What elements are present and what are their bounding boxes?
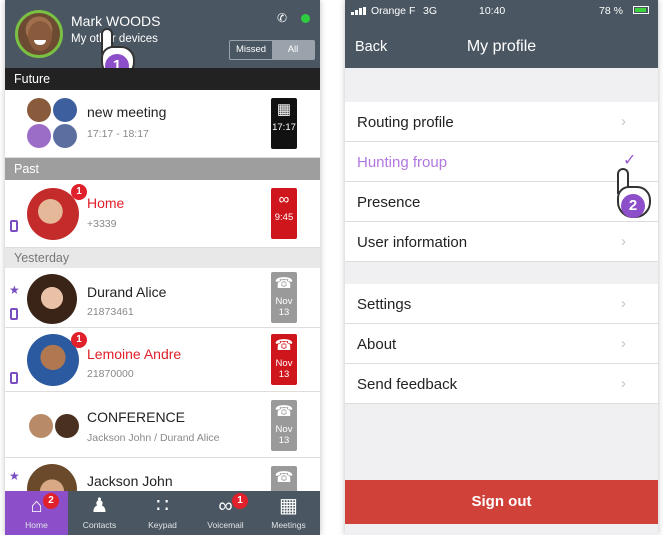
- chevron-right-icon: ›: [621, 113, 626, 130]
- notification-badge: 2: [43, 493, 59, 509]
- section-yesterday: Yesterday: [5, 248, 320, 268]
- checkmark-icon: ✓: [623, 152, 637, 169]
- missed-badge: 1: [71, 184, 87, 200]
- voicemail-icon: ∞: [218, 495, 233, 517]
- chevron-right-icon: ›: [621, 335, 626, 352]
- row-subtitle: +3339: [87, 218, 117, 230]
- row-title: Home: [87, 195, 125, 211]
- call-forward-icon[interactable]: ✆: [277, 12, 291, 24]
- notification-badge: 1: [232, 493, 248, 509]
- row-title: Jackson John: [87, 473, 173, 489]
- list-item-durand-alice[interactable]: ★ Durand Alice 21873461 ☎ Nov 13: [5, 268, 320, 328]
- tab-voicemail[interactable]: ∞ Voicemail 1: [194, 491, 257, 535]
- status-time: 10:40: [479, 5, 506, 17]
- calendar-icon: ▦: [276, 101, 292, 118]
- history-filter: Missed All: [229, 40, 315, 60]
- section-future: Future: [5, 68, 320, 90]
- phone-icon: ☎: [274, 337, 294, 354]
- navigation-bar: Orange F 3G 10:40 78 % Back My profile: [345, 0, 658, 68]
- menu-about[interactable]: About ›: [345, 324, 658, 364]
- person-icon: [53, 98, 77, 122]
- sign-out-button[interactable]: Sign out: [345, 480, 658, 524]
- menu-user-information[interactable]: User information ›: [345, 222, 658, 262]
- menu-routing-profile[interactable]: Routing profile ›: [345, 102, 658, 142]
- voicemail-tile[interactable]: ∞ 9:45: [271, 188, 297, 239]
- favorite-star-icon: ★: [9, 283, 20, 297]
- chevron-right-icon: ›: [621, 233, 626, 250]
- phone-icon: ☎: [274, 275, 294, 292]
- signal-icon: [351, 7, 369, 15]
- list-item-conference[interactable]: CONFERENCE Jackson John / Durand Alice ☎…: [5, 392, 320, 458]
- battery-icon: [633, 6, 649, 14]
- person-icon: [27, 124, 51, 148]
- screenshot-stage: Mark WOODS My other devices ✆ Missed All…: [0, 0, 663, 535]
- person-icon: [53, 124, 77, 148]
- row-subtitle: 21870000: [87, 368, 134, 380]
- menu-send-feedback[interactable]: Send feedback ›: [345, 364, 658, 404]
- keypad-icon: ∷: [156, 495, 169, 517]
- user-avatar[interactable]: [15, 10, 63, 58]
- calendar-icon: ▦: [279, 495, 298, 517]
- favorite-star-icon: ★: [9, 469, 20, 483]
- mobile-icon: [10, 372, 18, 384]
- right-phone-screen: Orange F 3G 10:40 78 % Back My profile R…: [345, 0, 658, 535]
- chevron-right-icon: ›: [621, 375, 626, 392]
- filter-all[interactable]: All: [272, 41, 314, 59]
- carrier-name: Orange F: [371, 5, 416, 17]
- chevron-right-icon: ›: [621, 295, 626, 312]
- row-subtitle: 17:17 - 18:17: [87, 128, 149, 140]
- phone-icon: ☎: [274, 403, 294, 420]
- tab-keypad[interactable]: ∷ Keypad: [131, 491, 194, 535]
- participant-avatar: [55, 414, 79, 438]
- missed-badge: 1: [71, 332, 87, 348]
- network-type: 3G: [423, 5, 438, 17]
- call-tile[interactable]: ☎ Nov 13: [271, 400, 297, 451]
- list-item-home[interactable]: 1 Home +3339 ∞ 9:45: [5, 180, 320, 248]
- header: Mark WOODS My other devices ✆ Missed All: [5, 0, 320, 68]
- contact-icon: ♟: [90, 495, 109, 517]
- home-icon: ⌂: [30, 495, 43, 517]
- row-subtitle: 21873461: [87, 306, 134, 318]
- phone-icon: ☎: [274, 469, 294, 486]
- step-number-badge: 2: [621, 194, 645, 218]
- presence-status-dot: [301, 14, 310, 23]
- call-tile[interactable]: ☎ Nov 13: [271, 272, 297, 323]
- participant-avatar: [29, 414, 53, 438]
- row-title: Lemoine Andre: [87, 346, 182, 362]
- voicemail-icon: ∞: [278, 191, 290, 208]
- participant-avatar: [27, 98, 51, 122]
- tab-bar: ⌂ Home 2 ♟ Contacts ∷ Keypad ∞ Voicemail…: [5, 491, 320, 535]
- tab-contacts[interactable]: ♟ Contacts: [68, 491, 131, 535]
- section-past: Past: [5, 158, 320, 180]
- list-item-meeting[interactable]: new meeting 17:17 - 18:17 ▦ 17:17: [5, 90, 320, 158]
- battery-percent: 78 %: [599, 5, 623, 17]
- tab-meetings[interactable]: ▦ Meetings: [257, 491, 320, 535]
- row-title: CONFERENCE: [87, 409, 186, 425]
- mobile-icon: [10, 308, 18, 320]
- meeting-time-tile[interactable]: ▦ 17:17: [271, 98, 297, 149]
- left-phone-screen: Mark WOODS My other devices ✆ Missed All…: [5, 0, 320, 535]
- filter-missed[interactable]: Missed: [230, 41, 272, 59]
- row-title: Durand Alice: [87, 284, 167, 300]
- row-subtitle: Jackson John / Durand Alice: [87, 432, 220, 444]
- mobile-icon: [10, 220, 18, 232]
- menu-settings[interactable]: Settings ›: [345, 284, 658, 324]
- page-title: My profile: [466, 38, 537, 55]
- list-item-lemoine-andre[interactable]: 1 Lemoine Andre 21870000 ☎ Nov 13: [5, 328, 320, 392]
- pointer-hand-icon: 2: [607, 168, 658, 222]
- contact-avatar: [27, 274, 77, 324]
- call-tile[interactable]: ☎ Nov 13: [271, 334, 297, 385]
- user-name[interactable]: Mark WOODS: [71, 13, 160, 29]
- row-title: new meeting: [87, 104, 167, 120]
- tab-home[interactable]: ⌂ Home 2: [5, 491, 68, 535]
